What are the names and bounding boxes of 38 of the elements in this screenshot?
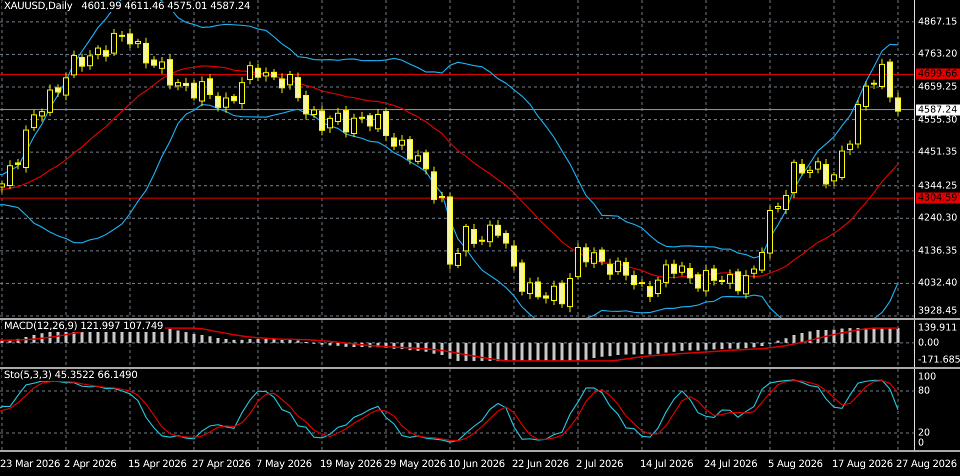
date-label: 7 May 2026 xyxy=(256,458,313,472)
price-level-tag: 4699.66 xyxy=(916,68,960,80)
date-label: 10 Jun 2026 xyxy=(448,458,506,472)
price-tick-label: 4344.25 xyxy=(918,180,958,192)
date-label: 27 Apr 2026 xyxy=(192,458,252,472)
date-label: 19 May 2026 xyxy=(320,458,383,472)
date-label: 23 Mar 2026 xyxy=(0,458,62,472)
price-tick-label: 4867.15 xyxy=(918,16,958,28)
date-label: 17 Aug 2026 xyxy=(832,458,894,472)
date-label: 29 May 2026 xyxy=(384,458,447,472)
price-tick-label: 4032.40 xyxy=(918,278,958,289)
macd-tick-label: -171.685 xyxy=(918,354,960,366)
stochastic-tick-label: 100 xyxy=(918,372,936,382)
price-tick-label: 4763.20 xyxy=(918,48,958,60)
macd-tick-label: 0.00 xyxy=(918,337,940,348)
macd-label: MACD(12,26,9) 121.997 107.749 xyxy=(2,321,166,332)
price-tick-label: 4136.35 xyxy=(918,245,958,256)
stochastic-tick-label: 0 xyxy=(918,438,924,448)
stochastic-tick-label: 20 xyxy=(918,428,930,438)
date-label: 15 Apr 2026 xyxy=(128,458,188,472)
date-label: 2 Jul 2026 xyxy=(576,458,624,472)
price-level-tag: 4304.59 xyxy=(916,192,960,204)
price-tick-label: 4240.30 xyxy=(918,212,958,224)
date-label: 2 Apr 2026 xyxy=(64,458,118,472)
price-tick-label: 3928.45 xyxy=(918,306,958,316)
date-label: 14 Jul 2026 xyxy=(640,458,694,472)
date-label: 24 Jul 2026 xyxy=(704,458,758,472)
price-tick-label: 4451.35 xyxy=(918,146,958,158)
macd-tick-label: 139.911 xyxy=(918,322,958,334)
date-label: 22 Jun 2026 xyxy=(512,458,570,472)
stochastic-tick-label: 80 xyxy=(918,386,930,396)
date-label: 27 Aug 2026 xyxy=(896,458,958,472)
chart-title: XAUUSD,Daily 4601.99 4611.46 4575.01 4587.24 xyxy=(2,1,252,12)
price-tick-label: 4555.30 xyxy=(918,114,958,126)
price-level-tag: 4587.24 xyxy=(916,104,960,116)
price-tick-label: 4659.25 xyxy=(918,82,958,92)
date-label: 5 Aug 2026 xyxy=(768,458,824,472)
stochastic-label: Sto(5,3,3) 45.3522 66.1490 xyxy=(2,370,140,381)
